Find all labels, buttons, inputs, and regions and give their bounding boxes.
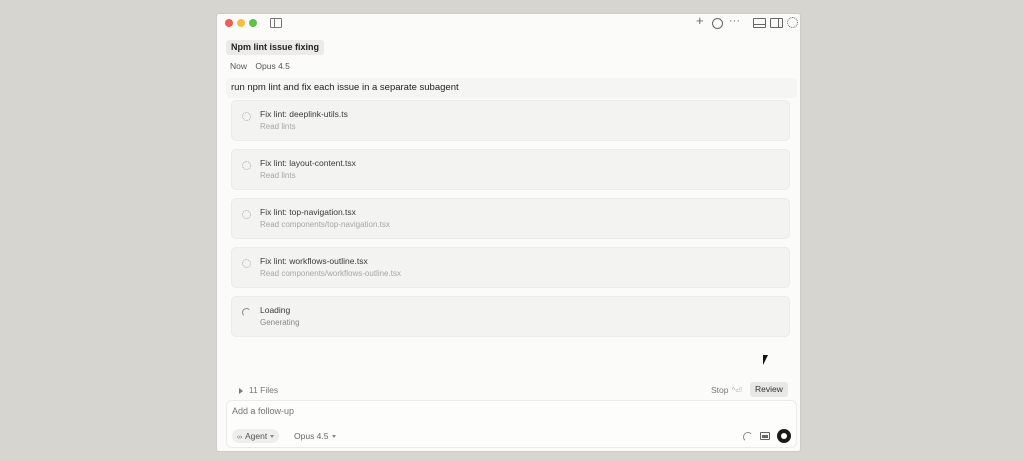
task-title: Fix lint: workflows-outline.tsx [260, 256, 368, 266]
subagent-task[interactable]: Fix lint: workflows-outline.tsx Read com… [231, 247, 790, 288]
task-title: Fix lint: deeplink-utils.ts [260, 109, 348, 119]
files-count: 11 Files [249, 385, 279, 395]
app-window: + ··· Npm lint issue fixing Now Opus 4.5… [217, 14, 800, 451]
minimize-window-button[interactable] [237, 19, 245, 27]
mouse-cursor-icon [763, 355, 768, 365]
chevron-right-icon [239, 387, 243, 394]
infinity-icon: ∞ [237, 434, 242, 441]
composer: ∞Agent Opus 4.5 [226, 400, 797, 448]
stop-label: Stop [711, 385, 729, 395]
model-select[interactable]: Opus 4.5 [294, 429, 336, 443]
image-attach-icon[interactable] [760, 432, 770, 440]
bottom-panel-icon[interactable] [753, 18, 766, 28]
agent-mode-label: Agent [245, 431, 268, 441]
chevron-down-icon [331, 435, 336, 439]
chat-time: Now [230, 61, 248, 71]
new-chat-icon[interactable]: + [696, 14, 704, 27]
model-label: Opus 4.5 [294, 431, 329, 441]
review-button[interactable]: Review [750, 382, 788, 397]
title-bar: + ··· [217, 14, 800, 32]
changed-files-toggle[interactable]: 11 Files [239, 385, 278, 395]
progress-spinner-icon [743, 432, 753, 442]
subagent-task[interactable]: Fix lint: top-navigation.tsx Read compon… [231, 198, 790, 239]
sidebar-toggle-icon[interactable] [270, 18, 282, 28]
chat-title[interactable]: Npm lint issue fixing [226, 40, 325, 55]
chat-model: Opus 4.5 [255, 61, 290, 71]
task-spinner-icon [242, 161, 251, 170]
user-prompt[interactable]: run npm lint and fix each issue in a sep… [226, 78, 797, 98]
stop-generation-button[interactable] [777, 429, 791, 443]
task-spinner-icon [242, 112, 251, 121]
task-status: Generating [260, 318, 300, 327]
task-title: Fix lint: layout-content.tsx [260, 158, 356, 168]
task-status: Read lints [260, 171, 296, 180]
more-options-icon[interactable]: ··· [729, 15, 740, 27]
task-status: Read components/workflows-outline.tsx [260, 269, 401, 278]
agent-mode-select[interactable]: ∞ Agent [232, 429, 280, 443]
side-panel-icon[interactable] [770, 18, 783, 28]
task-status: Read lints [260, 122, 296, 131]
task-spinner-icon [242, 259, 251, 268]
close-window-button[interactable] [225, 19, 233, 27]
subagent-task[interactable]: Fix lint: deeplink-utils.ts Read lints [231, 100, 790, 141]
chat-meta: Now Opus 4.5 [230, 61, 296, 71]
chevron-down-icon [270, 435, 275, 439]
task-spinner-icon [242, 210, 251, 219]
follow-up-input[interactable] [232, 406, 532, 416]
loading-spinner-icon [242, 308, 251, 317]
stop-shortcut: ^⏎ [731, 386, 742, 395]
task-status: Read components/top-navigation.tsx [260, 220, 390, 229]
subagent-task[interactable]: Loading Generating [231, 296, 790, 337]
history-icon[interactable] [712, 18, 723, 29]
task-title: Fix lint: top-navigation.tsx [260, 207, 356, 217]
settings-gear-icon[interactable] [787, 17, 798, 28]
subagent-task[interactable]: Fix lint: layout-content.tsx Read lints [231, 149, 790, 190]
stop-button[interactable]: Stop ^⏎ [711, 385, 742, 395]
task-title: Loading [260, 305, 291, 315]
zoom-window-button[interactable] [249, 19, 257, 27]
